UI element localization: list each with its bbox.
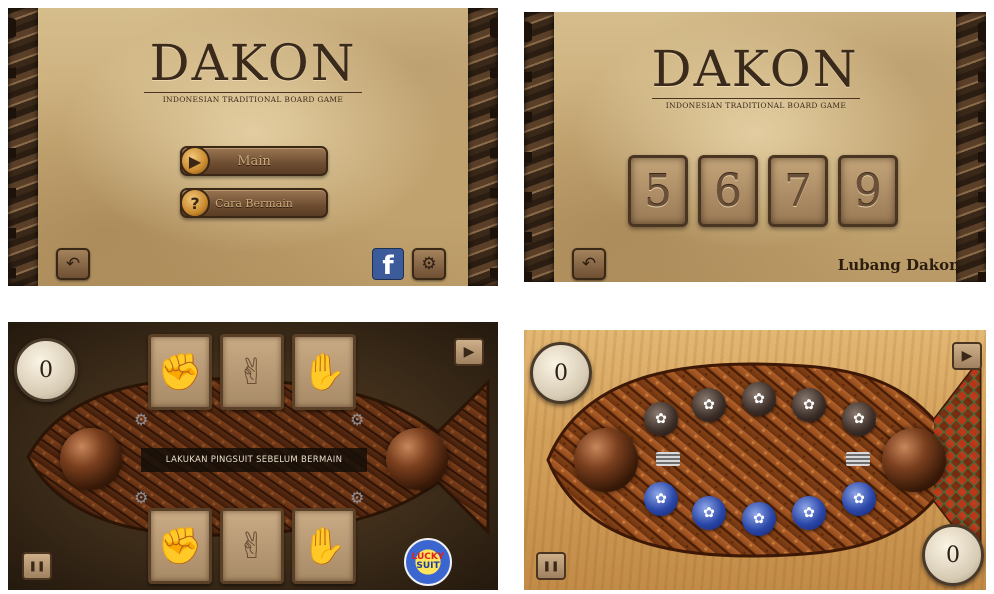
game-title: DAKON <box>149 34 357 92</box>
question-icon: ? <box>180 188 210 218</box>
top-pit-5[interactable]: ✿ <box>842 402 876 436</box>
back-button[interactable]: ↶ <box>572 248 606 280</box>
facebook-button[interactable]: f <box>372 248 404 280</box>
pit-option-9[interactable]: 9 <box>838 155 898 227</box>
left-store-pit <box>60 428 122 490</box>
paper-hand-icon: ✋ <box>301 526 347 567</box>
top-paper-card[interactable]: ✋ <box>292 334 356 410</box>
bottom-pit-1[interactable]: ✿ <box>644 482 678 516</box>
play-button[interactable]: ▶ <box>454 338 484 366</box>
back-icon: ↶ <box>581 254 597 274</box>
top-score-counter: 0 <box>14 338 78 402</box>
play-button[interactable]: ▶ <box>952 342 982 370</box>
top-pit-2[interactable]: ✿ <box>692 388 726 422</box>
bottom-pit-4[interactable]: ✿ <box>792 496 826 530</box>
suit-screen: ✊ ✌ ✋ ✊ ✌ ✋ ⚙ ⚙ ⚙ ⚙ LAKUKAN PINGSUIT SEB… <box>8 322 498 590</box>
left-store-pit <box>574 428 638 492</box>
top-pit-1[interactable]: ✿ <box>644 402 678 436</box>
lucky-badge-bottom-text: SUIT <box>416 561 440 571</box>
screen-caption: Lubang Dakon <box>837 256 960 274</box>
top-rock-card[interactable]: ✊ <box>148 334 212 410</box>
gear-ornament-icon: ⚙ <box>350 488 365 507</box>
bottom-pit-3[interactable]: ✿ <box>742 502 776 536</box>
pit-select-screen: DAKON INDONESIAN TRADITIONAL BOARD GAME … <box>524 12 986 282</box>
paper-hand-icon: ✋ <box>301 352 347 393</box>
bottom-rock-card[interactable]: ✊ <box>148 508 212 584</box>
how-to-play-button[interactable]: ? Cara Bermain <box>180 188 328 218</box>
game-subtitle: INDONESIAN TRADITIONAL BOARD GAME <box>652 98 860 110</box>
left-divider-marker <box>656 452 680 466</box>
top-scissors-card[interactable]: ✌ <box>220 334 284 410</box>
gear-icon: ⚙ <box>421 254 437 274</box>
pause-icon: ❚❚ <box>542 560 560 572</box>
top-pit-3[interactable]: ✿ <box>742 382 776 416</box>
rock-hand-icon: ✊ <box>157 526 203 567</box>
pit-option-7[interactable]: 7 <box>768 155 828 227</box>
bottom-paper-card[interactable]: ✋ <box>292 508 356 584</box>
top-score-counter: 0 <box>530 342 592 404</box>
right-store-pit <box>882 428 946 492</box>
scissors-hand-icon: ✌ <box>236 351 268 393</box>
main-menu-screen: DAKON INDONESIAN TRADITIONAL BOARD GAME … <box>8 8 498 286</box>
bottom-pit-5[interactable]: ✿ <box>842 482 876 516</box>
gear-ornament-icon: ⚙ <box>134 410 149 429</box>
how-to-play-label: Cara Bermain <box>215 196 293 210</box>
play-button-label: Main <box>237 153 271 169</box>
instruction-banner: LAKUKAN PINGSUIT SEBELUM BERMAIN <box>141 448 367 472</box>
back-button[interactable]: ↶ <box>56 248 90 280</box>
play-button[interactable]: ▶ Main <box>180 146 328 176</box>
right-store-pit <box>386 428 448 490</box>
gear-ornament-icon: ⚙ <box>350 410 365 429</box>
bottom-score-counter: 0 <box>922 524 984 586</box>
bottom-scissors-card[interactable]: ✌ <box>220 508 284 584</box>
pause-icon: ❚❚ <box>28 560 46 572</box>
facebook-icon: f <box>382 251 394 281</box>
lucky-suit-badge: LUCKY SUIT <box>404 538 452 586</box>
pit-option-6[interactable]: 6 <box>698 155 758 227</box>
pit-option-5[interactable]: 5 <box>628 155 688 227</box>
game-title: DAKON <box>651 40 859 98</box>
pause-button[interactable]: ❚❚ <box>536 552 566 580</box>
play-icon: ▶ <box>180 146 210 176</box>
pause-button[interactable]: ❚❚ <box>22 552 52 580</box>
game-board-screen: ✿ ✿ ✿ ✿ ✿ ✿ ✿ ✿ ✿ ✿ 0 0 ▶ ❚❚ <box>524 330 986 590</box>
game-subtitle: INDONESIAN TRADITIONAL BOARD GAME <box>144 92 362 104</box>
right-divider-marker <box>846 452 870 466</box>
gear-ornament-icon: ⚙ <box>134 488 149 507</box>
bottom-pit-2[interactable]: ✿ <box>692 496 726 530</box>
top-pit-4[interactable]: ✿ <box>792 388 826 422</box>
scissors-hand-icon: ✌ <box>236 525 268 567</box>
play-icon: ▶ <box>961 348 973 364</box>
settings-button[interactable]: ⚙ <box>412 248 446 280</box>
back-icon: ↶ <box>65 254 81 274</box>
play-icon: ▶ <box>463 344 475 360</box>
rock-hand-icon: ✊ <box>157 352 203 393</box>
